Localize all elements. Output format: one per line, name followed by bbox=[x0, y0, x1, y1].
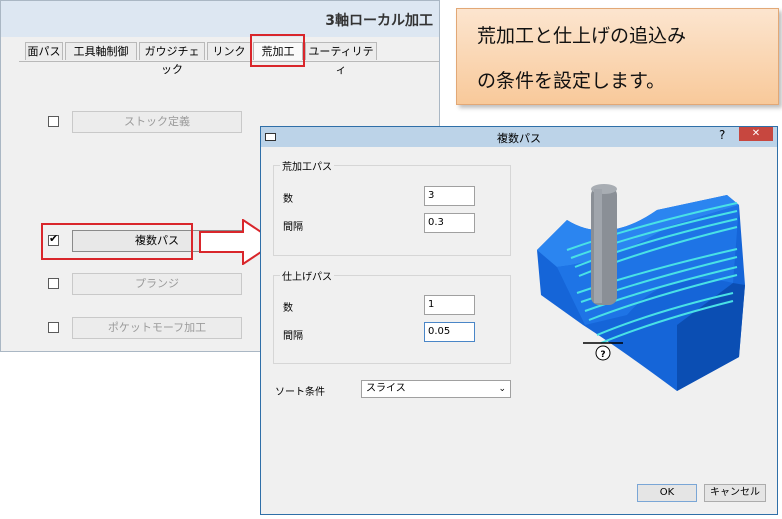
pocket-morph-checkbox[interactable] bbox=[48, 322, 59, 333]
stock-definition-checkbox[interactable] bbox=[48, 116, 59, 127]
dimension-marker-label: ? bbox=[600, 350, 605, 360]
option-row-stock-definition: ストック定義 bbox=[1, 111, 242, 135]
finish-pass-group: 仕上げパス bbox=[273, 268, 511, 364]
option-row-plunge: プランジ bbox=[1, 273, 242, 297]
tab-gouge-check[interactable]: ガウジチェック bbox=[139, 42, 205, 76]
plunge-button[interactable]: プランジ bbox=[72, 273, 242, 295]
dialog-titlebar: 複数パス ? ✕ bbox=[261, 127, 777, 147]
tab-bar: 面パス 工具軸制御 ガウジチェック リンク 荒加工 ユーティリティ bbox=[19, 42, 439, 76]
callout-line-1: 荒加工と仕上げの追込み bbox=[477, 25, 687, 47]
rough-count-input[interactable]: 3 bbox=[424, 186, 475, 206]
annotation-callout: 荒加工と仕上げの追込み の条件を設定します。 bbox=[456, 8, 779, 105]
chevron-down-icon: ⌄ bbox=[498, 384, 506, 394]
stock-definition-button[interactable]: ストック定義 bbox=[72, 111, 242, 133]
toolpath-illustration: ? bbox=[537, 184, 745, 391]
rough-pass-title: 荒加工パス bbox=[280, 158, 334, 173]
tab-link[interactable]: リンク bbox=[207, 42, 251, 60]
option-row-pocket-morph: ポケットモーフ加工 bbox=[1, 317, 242, 341]
rough-pass-group: 荒加工パス bbox=[273, 158, 511, 256]
tab-tool-axis-control[interactable]: 工具軸制御 bbox=[65, 42, 137, 60]
sort-select-value: スライス bbox=[366, 383, 406, 394]
rough-spacing-label: 間隔 bbox=[283, 222, 303, 233]
multiple-passes-highlight bbox=[41, 223, 193, 260]
close-button[interactable]: ✕ bbox=[739, 127, 773, 141]
rough-count-label: 数 bbox=[283, 194, 293, 205]
cancel-button[interactable]: キャンセル bbox=[704, 484, 766, 502]
multiple-passes-dialog: 複数パス ? ✕ 荒加工パス 数 3 間隔 0.3 仕上げパス 数 1 間隔 0… bbox=[260, 126, 778, 515]
roughing-tab-highlight bbox=[250, 34, 305, 67]
finish-spacing-input[interactable]: 0.05 bbox=[424, 322, 475, 342]
callout-line-2: の条件を設定します。 bbox=[477, 70, 666, 92]
window-title: 3軸ローカル加工 bbox=[325, 13, 433, 29]
tab-surface-path[interactable]: 面パス bbox=[25, 42, 63, 60]
ok-button[interactable]: OK bbox=[637, 484, 697, 502]
finish-count-input[interactable]: 1 bbox=[424, 295, 475, 315]
dialog-title: 複数パス bbox=[497, 132, 541, 145]
finish-count-label: 数 bbox=[283, 303, 293, 314]
sort-select[interactable]: スライス ⌄ bbox=[361, 380, 511, 398]
help-button[interactable]: ? bbox=[719, 128, 725, 142]
tab-utility[interactable]: ユーティリティ bbox=[305, 42, 377, 76]
sort-label: ソート条件 bbox=[275, 387, 325, 398]
rough-spacing-input[interactable]: 0.3 bbox=[424, 213, 475, 233]
pocket-morph-button[interactable]: ポケットモーフ加工 bbox=[72, 317, 242, 339]
plunge-checkbox[interactable] bbox=[48, 278, 59, 289]
finish-pass-title: 仕上げパス bbox=[280, 268, 334, 283]
finish-spacing-label: 間隔 bbox=[283, 331, 303, 342]
window-titlebar: 3軸ローカル加工 bbox=[1, 1, 439, 37]
